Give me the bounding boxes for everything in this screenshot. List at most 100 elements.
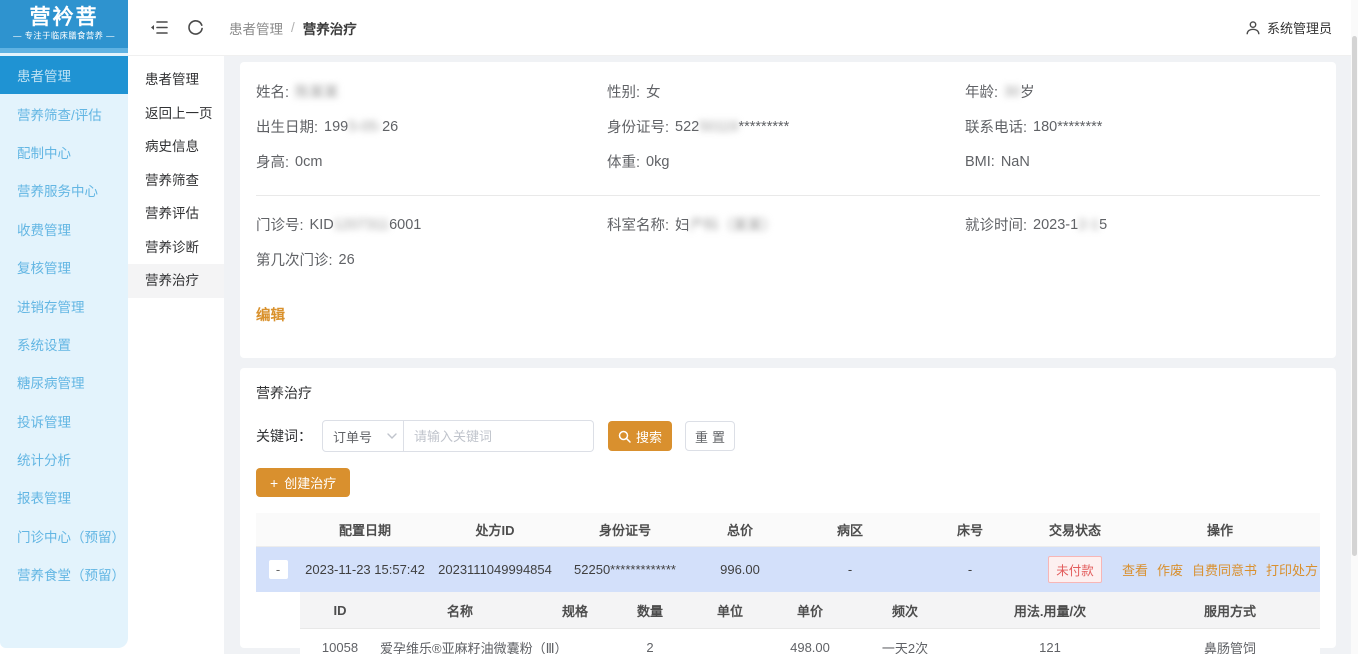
field-gender-label: 性别: [607,81,640,102]
create-treatment-button[interactable]: + 创建治疗 [256,468,350,497]
order-type-select-value: 订单号 [333,427,372,446]
col-rx-id: 处方ID [430,520,560,539]
submenu-item-assessment[interactable]: 营养评估 [128,197,224,231]
sidebar-item-prep-center[interactable]: 配制中心 [0,133,128,171]
sidebar-item-canteen-reserved[interactable]: 营养食堂（预留） [0,555,128,593]
sidebar-item-billing[interactable]: 收费管理 [0,210,128,248]
search-toolbar: 关键词： 订单号 搜索 [256,420,1320,452]
field-department-value: 妇 [675,214,690,235]
items-table-header: ID 名称 规格 数量 单位 单价 频次 用法.用量/次 服用方式 [300,592,1320,629]
user-name: 系统管理员 [1267,18,1332,37]
col-status: 交易状态 [1030,520,1120,539]
sidebar-item-clinic-reserved[interactable]: 门诊中心（预留） [0,517,128,555]
field-weight-value: 0kg [646,154,669,170]
field-bmi-value: NaN [1001,154,1030,170]
item-method: 鼻肠管饲 [1140,638,1320,654]
chevron-down-icon [387,433,397,439]
sidebar-item-reports[interactable]: 报表管理 [0,478,128,516]
logo-text: 营衿菩 [0,5,128,29]
sidebar-item-inventory[interactable]: 进销存管理 [0,286,128,324]
keyword-input[interactable] [404,420,594,452]
refresh-icon[interactable] [187,19,204,36]
item-name: 爱孕维乐®亚麻籽油微囊粉（Ⅲ） [380,638,540,654]
void-link[interactable]: 作废 [1157,560,1183,579]
sidebar-item-review[interactable]: 复核管理 [0,248,128,286]
item-price: 498.00 [770,640,850,654]
field-birthdate-masked: 5-05- [348,119,382,135]
order-actions: 查看 作废 自费同意书 打印处方 [1120,560,1320,579]
sidebar-item-settings[interactable]: 系统设置 [0,325,128,363]
field-name: 姓名: 陈某某 [256,74,607,109]
reset-button[interactable]: 重置 [685,421,735,451]
sidebar-item-patient-mgmt[interactable]: 患者管理 [0,56,128,94]
breadcrumb-patient-mgmt[interactable]: 患者管理 [229,18,283,38]
col-item-spec: 规格 [540,601,610,620]
main-column: 患者管理 / 营养治疗 系统管理员 患者管理 返回上一页 病史信息 营养筛 [128,0,1358,654]
sidebar-item-diabetes[interactable]: 糖尿病管理 [0,363,128,401]
field-id-number-value: 522 [675,119,699,135]
field-visit-count: 第几次门诊:26 [256,242,607,277]
orders-table-header: 配置日期 处方ID 身份证号 总价 病区 床号 交易状态 操作 [256,513,1320,547]
item-freq: 一天2次 [850,638,960,654]
sidebar-item-statistics[interactable]: 统计分析 [0,440,128,478]
search-icon [618,430,631,443]
primary-sidebar-inner: 营衿菩 — 专注于临床膳食营养 — 患者管理 营养筛查/评估 配制中心 营养服务… [0,0,128,648]
submenu-item-patient-mgmt[interactable]: 患者管理 [128,63,224,97]
sidebar-item-complaints[interactable]: 投诉管理 [0,402,128,440]
field-bmi: BMI:NaN [965,144,1320,179]
field-clinic-number-label: 门诊号: [256,214,304,235]
col-bed: 床号 [910,520,1030,539]
app-logo: 营衿菩 — 专注于临床膳食营养 — [0,0,128,48]
field-height-label: 身高: [256,151,289,172]
collapse-row-button[interactable]: - [269,560,288,579]
col-item-method: 服用方式 [1140,601,1320,620]
field-name-masked: 陈某某 [295,81,339,102]
body-row: 患者管理 返回上一页 病史信息 营养筛查 营养评估 营养诊断 营养治疗 姓名: 陈… [128,56,1358,654]
col-actions: 操作 [1120,520,1320,539]
submenu-item-treatment[interactable]: 营养治疗 [128,264,224,298]
breadcrumb-current: 营养治疗 [303,18,357,38]
item-qty: 2 [610,640,690,654]
user-menu[interactable]: 系统管理员 [1245,18,1332,37]
order-type-select[interactable]: 订单号 [322,420,404,452]
sidebar-item-screening-eval[interactable]: 营养筛查/评估 [0,94,128,132]
menu-fold-icon[interactable] [150,20,168,35]
field-visit-count-value: 26 [339,252,355,268]
content-area: 姓名:陈某某 性别:女 年龄:30岁 出生日期:1995-05-26 身份证号: [224,56,1358,654]
field-gender: 性别:女 [607,74,965,109]
col-item-price: 单价 [770,601,850,620]
search-button[interactable]: 搜索 [608,421,672,451]
col-item-id: ID [300,603,380,618]
field-visit-time-value: 2023-1 [1033,217,1078,233]
submenu-item-history[interactable]: 病史信息 [128,130,224,164]
edit-patient-link[interactable]: 编辑 [256,304,285,325]
field-age-value: 岁 [1020,81,1035,102]
plus-icon: + [270,476,278,490]
submenu-item-diagnosis[interactable]: 营养诊断 [128,231,224,265]
topbar: 患者管理 / 营养治疗 系统管理员 [128,0,1358,56]
submenu-item-screening[interactable]: 营养筛查 [128,164,224,198]
submenu-item-back[interactable]: 返回上一页 [128,97,224,131]
order-bed: - [910,562,1030,577]
sidebar-item-nutrition-service[interactable]: 营养服务中心 [0,171,128,209]
col-config-date: 配置日期 [300,520,430,539]
patient-info-card: 姓名:陈某某 性别:女 年龄:30岁 出生日期:1995-05-26 身份证号: [240,62,1336,358]
print-rx-link[interactable]: 打印处方 [1266,560,1318,579]
field-name-label: 姓名: [256,81,289,102]
col-item-freq: 频次 [850,601,960,620]
field-height: 身高: 0cm [256,144,607,179]
scrollbar-thumb[interactable] [1352,36,1357,556]
order-items-subtable: ID 名称 规格 数量 单位 单价 频次 用法.用量/次 服用方式 [300,592,1320,654]
order-total: 996.00 [690,562,790,577]
field-phone-label: 联系电话: [965,116,1027,137]
col-item-qty: 数量 [610,601,690,620]
col-item-unit: 单位 [690,601,770,620]
page-scrollbar[interactable] [1351,0,1358,654]
field-height-value: 0cm [295,154,322,170]
view-link[interactable]: 查看 [1122,560,1148,579]
self-pay-consent-link[interactable]: 自费同意书 [1192,560,1257,579]
field-birthdate-value: 199 [324,119,348,135]
field-department-masked: 产科（某某） [690,214,777,235]
field-id-number-masked: 50119 [699,119,738,135]
col-total: 总价 [690,520,790,539]
